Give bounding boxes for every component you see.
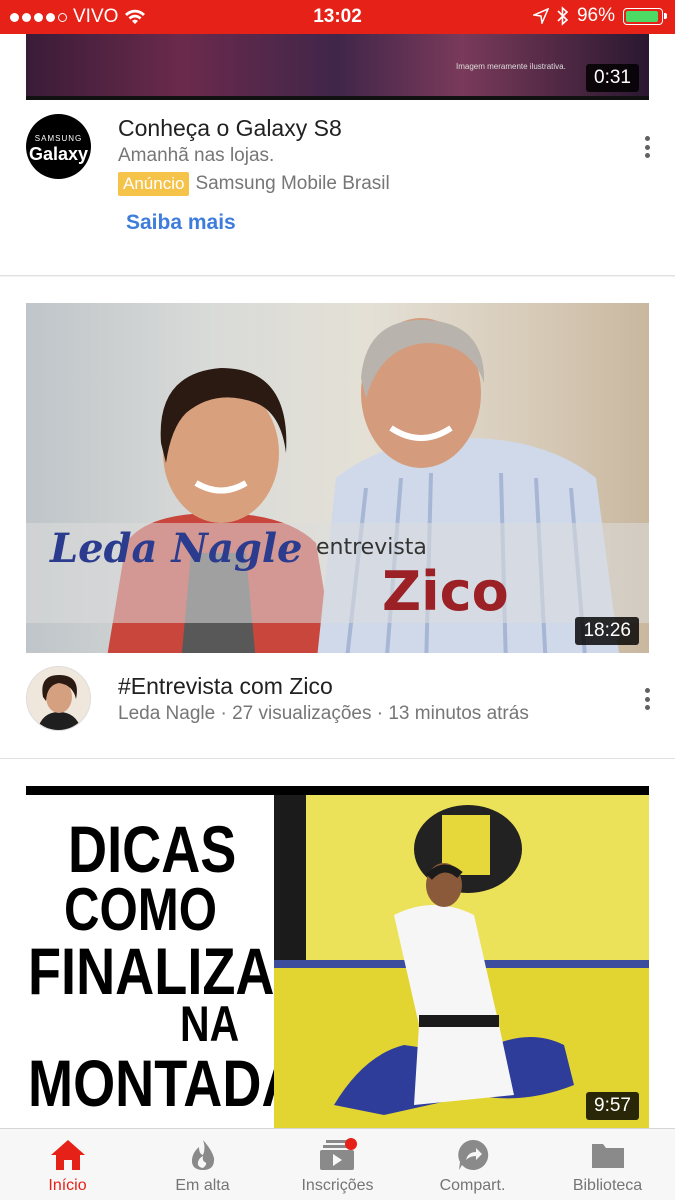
- thumbnail-text-guest: Zico: [382, 560, 509, 623]
- more-options-icon[interactable]: [637, 685, 657, 713]
- nav-subscriptions[interactable]: Inscrições: [270, 1129, 405, 1200]
- ad-badge: Anúncio: [118, 172, 190, 196]
- ad-meta: Anúncio Samsung Mobile Brasil: [118, 172, 390, 196]
- status-bar: VIVO 13:02 96%: [0, 0, 675, 34]
- nav-label: Biblioteca: [572, 1177, 643, 1194]
- learn-more-link[interactable]: Saiba mais: [126, 211, 236, 235]
- location-arrow-icon: [532, 8, 549, 24]
- logo-text-galaxy: Galaxy: [28, 144, 89, 164]
- video-duration: 0:31: [586, 64, 639, 92]
- avatar-portrait: [27, 667, 90, 730]
- nav-label: Início: [48, 1177, 87, 1194]
- video-duration: 9:57: [586, 1092, 639, 1120]
- nav-library[interactable]: Biblioteca: [540, 1129, 675, 1200]
- battery-percent: 96%: [576, 5, 615, 26]
- thumbnail-disclaimer: Imagem meramente ilustrativa.: [456, 62, 566, 71]
- video-thumbnail-jiu-jitsu[interactable]: DICAS COMO FINALIZAR NA MONTADA 9:57: [26, 786, 649, 1128]
- divider: [0, 276, 675, 277]
- thumbnail-text-interview: entrevista: [316, 535, 427, 560]
- thumbnail-text-host: Leda Nagle: [50, 525, 303, 572]
- nav-label: Inscrições: [301, 1177, 374, 1194]
- nav-share[interactable]: Compart.: [405, 1129, 540, 1200]
- thumbnail-photo: [274, 795, 649, 1128]
- subscriptions-icon: [318, 1137, 358, 1173]
- flame-icon: [183, 1137, 223, 1173]
- share-icon: [453, 1137, 493, 1173]
- battery-icon: [623, 7, 667, 25]
- bottom-nav: Início Em alta Inscrições Compart. Bibli…: [0, 1128, 675, 1200]
- thumbnail-text-line: FINALIZAR: [28, 934, 314, 1008]
- video-title[interactable]: #Entrevista com Zico: [118, 673, 333, 700]
- ad-video-thumbnail[interactable]: Imagem meramente ilustrativa. 0:31: [26, 34, 649, 100]
- channel-avatar-leda-nagle[interactable]: [26, 666, 91, 731]
- ad-subtitle: Amanhã nas lojas.: [118, 145, 275, 166]
- advertiser-name: Samsung Mobile Brasil: [195, 173, 390, 194]
- nav-home[interactable]: Início: [0, 1129, 135, 1200]
- video-thumbnail-zico[interactable]: Leda Nagle entrevista Zico 18:26: [26, 303, 649, 653]
- status-right: 96%: [532, 5, 667, 27]
- thumbnail-text-line: MONTADA: [28, 1046, 301, 1120]
- nav-label: Em alta: [175, 1177, 230, 1194]
- folder-icon: [588, 1137, 628, 1173]
- ad-title[interactable]: Conheça o Galaxy S8: [118, 115, 342, 142]
- nav-trending[interactable]: Em alta: [135, 1129, 270, 1200]
- video-meta: Leda Nagle · 27 visualizações · 13 minut…: [118, 703, 529, 724]
- thumbnail-fighters: [334, 863, 574, 1115]
- channel-avatar-samsung[interactable]: SAMSUNG Galaxy: [26, 114, 91, 179]
- thumbnail-top-border: [26, 786, 649, 795]
- divider: [0, 758, 675, 759]
- more-options-icon[interactable]: [637, 133, 657, 161]
- bluetooth-icon: [557, 6, 569, 26]
- home-icon: [48, 1137, 88, 1173]
- thumbnail-text-block: DICAS COMO FINALIZAR NA MONTADA: [26, 795, 314, 1128]
- logo-text-samsung: SAMSUNG: [34, 134, 83, 143]
- nav-label: Compart.: [439, 1177, 506, 1194]
- video-duration: 18:26: [575, 617, 639, 645]
